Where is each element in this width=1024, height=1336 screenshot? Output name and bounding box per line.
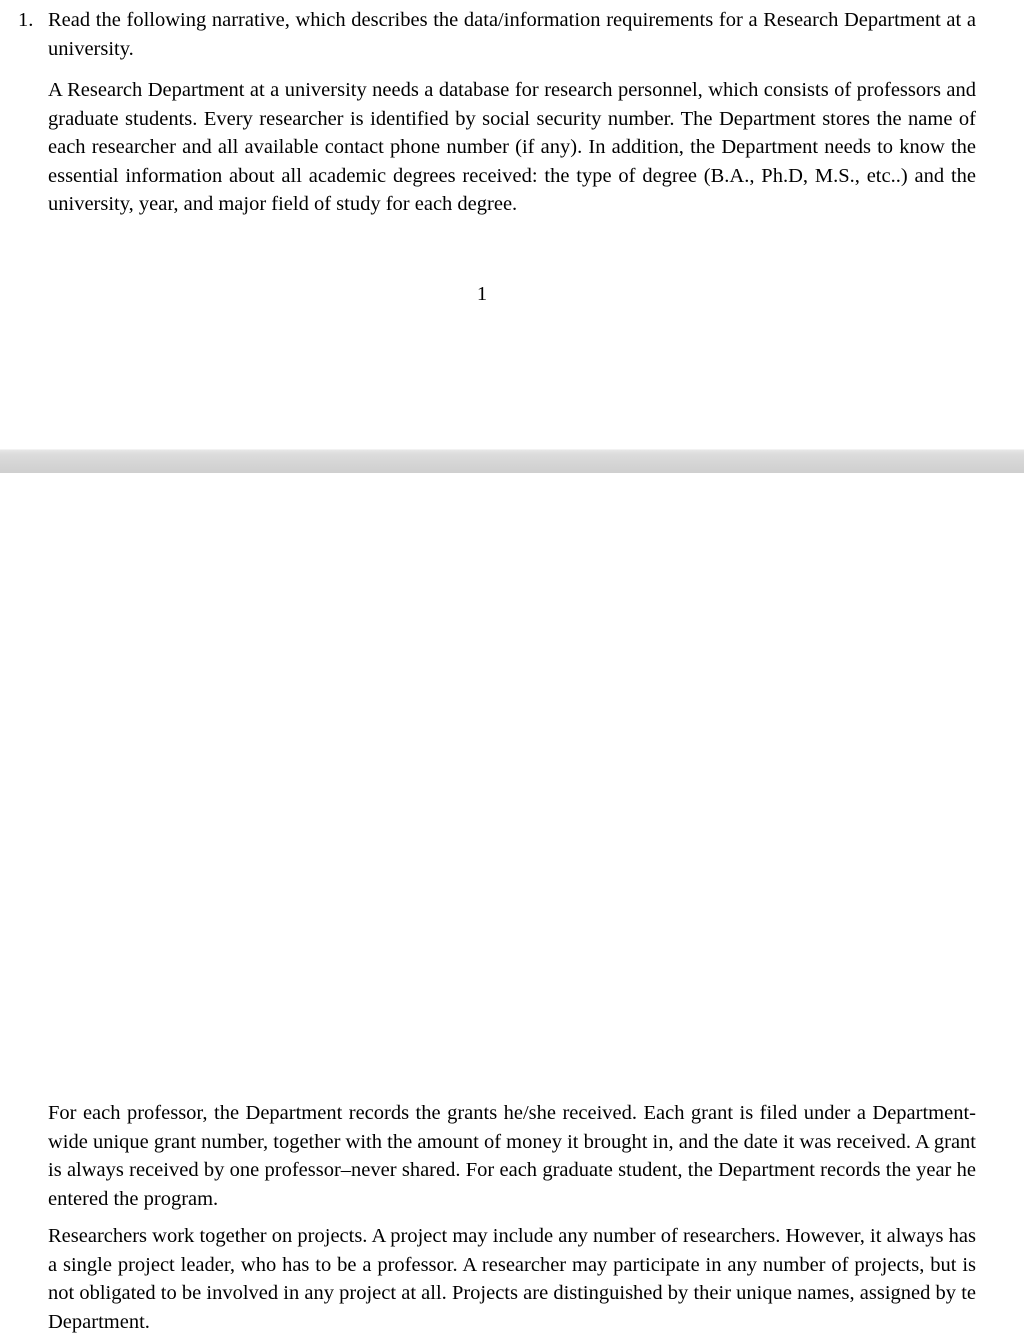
grants-paragraph-block: For each professor, the Department recor… [48, 1099, 976, 1213]
projects-paragraph-text: Researchers work together on projects. A… [48, 1225, 976, 1333]
page-number-folio: 1 [476, 283, 488, 305]
grants-paragraph-text: For each professor, the Department recor… [48, 1102, 976, 1210]
narrative-paragraph-text: A Research Department at a university ne… [48, 79, 976, 216]
document-page-1: 1. Read the following narrative, which d… [0, 0, 1024, 449]
numbered-list-item-1: 1. Read the following narrative, which d… [18, 6, 976, 63]
page-separator-band [0, 449, 1024, 473]
narrative-paragraph-block: A Research Department at a university ne… [48, 76, 976, 219]
list-item-text: Read the following narrative, which desc… [48, 9, 976, 60]
projects-paragraph-block: Researchers work together on projects. A… [48, 1222, 976, 1336]
document-page-2: For each professor, the Department recor… [0, 473, 1024, 1333]
list-item-marker: 1. [18, 9, 34, 31]
